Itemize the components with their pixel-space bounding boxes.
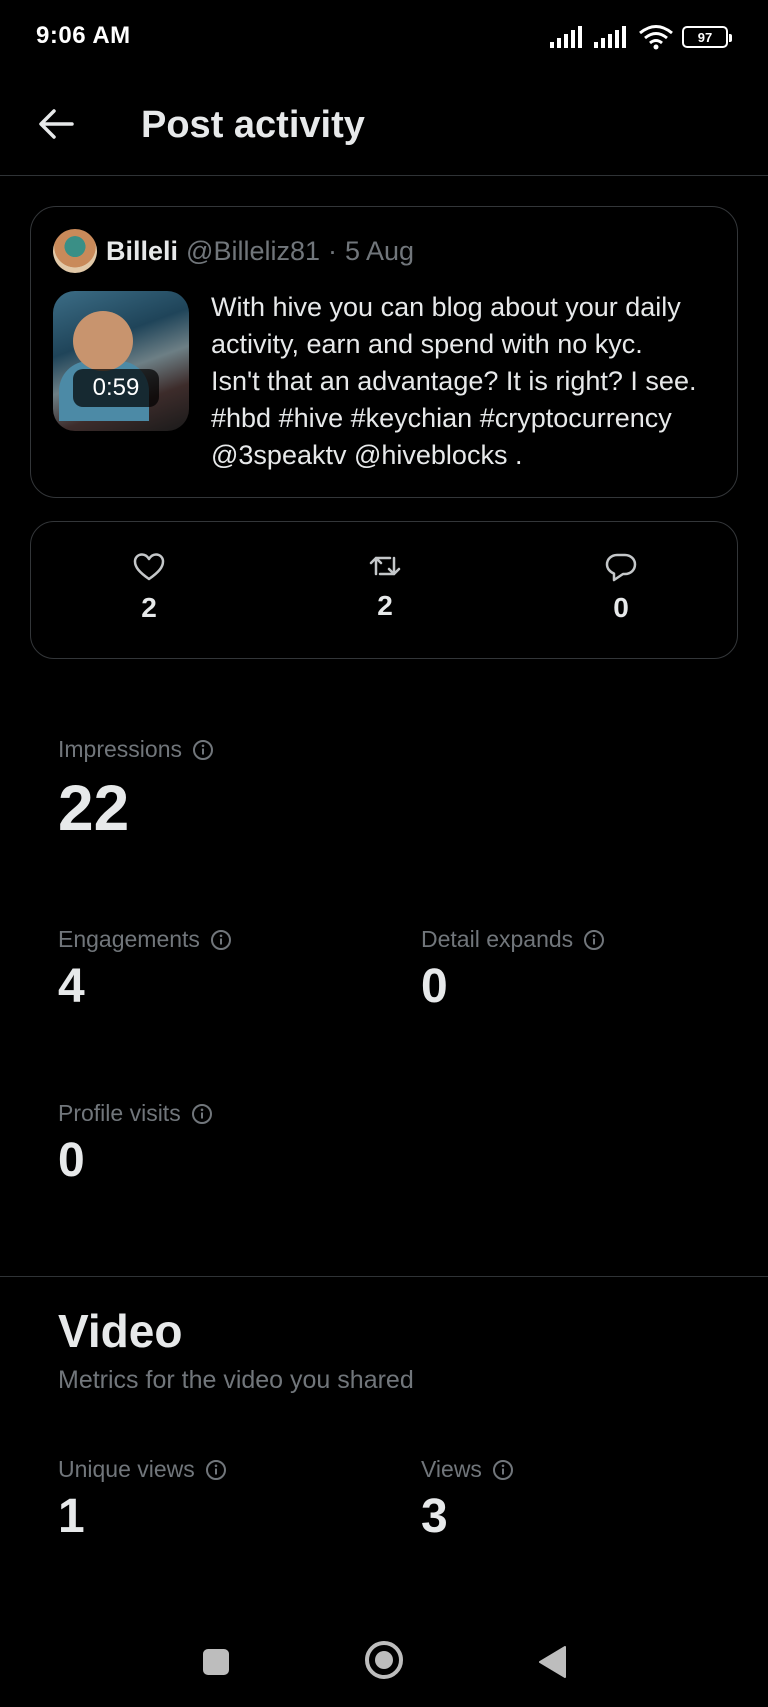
status-time: 9:06 AM bbox=[36, 22, 131, 49]
status-icons: 97 bbox=[550, 24, 732, 50]
detail-expands-label: Detail expands bbox=[421, 926, 574, 952]
info-icon[interactable] bbox=[210, 929, 232, 951]
post-date: 5 Aug bbox=[345, 235, 415, 266]
views-value: 3 bbox=[421, 1490, 448, 1543]
status-bar: 9:06 AM 97 bbox=[0, 0, 768, 76]
post-text: With hive you can blog about your daily … bbox=[211, 289, 721, 474]
thumbnail-face bbox=[73, 311, 133, 371]
post-text-line: activity, earn and spend with no kyc. bbox=[211, 329, 643, 359]
replies-stat: 0 bbox=[561, 552, 681, 624]
replies-count: 0 bbox=[613, 592, 629, 623]
post-text-line: Isn't that an advantage? It is right? I … bbox=[211, 366, 697, 396]
impressions-label: Impressions bbox=[58, 736, 182, 762]
header: Post activity bbox=[0, 76, 768, 176]
video-thumbnail[interactable]: 0:59 bbox=[53, 291, 189, 431]
signal-icon bbox=[550, 26, 582, 48]
unique-views-metric: Unique views 1 bbox=[58, 1456, 227, 1544]
info-icon[interactable] bbox=[192, 739, 214, 761]
profile-visits-label: Profile visits bbox=[58, 1100, 181, 1126]
profile-visits-value: 0 bbox=[58, 1134, 85, 1187]
repost-icon bbox=[369, 556, 401, 576]
info-icon[interactable] bbox=[583, 929, 605, 951]
square-icon bbox=[203, 1649, 229, 1675]
likes-stat: 2 bbox=[89, 552, 209, 624]
profile-visits-metric: Profile visits 0 bbox=[58, 1100, 213, 1188]
post-card[interactable]: Billeli @Billeliz81 · 5 Aug 0:59 With hi… bbox=[30, 206, 738, 498]
author-handle: @Billeliz81 bbox=[186, 235, 320, 266]
battery-icon: 97 bbox=[682, 26, 732, 48]
system-back-button[interactable] bbox=[530, 1640, 574, 1684]
info-icon[interactable] bbox=[205, 1459, 227, 1481]
reply-icon bbox=[605, 553, 637, 582]
engagements-metric: Engagements 4 bbox=[58, 926, 232, 1014]
signal-icon bbox=[594, 26, 626, 48]
engagements-value: 4 bbox=[58, 960, 85, 1013]
detail-expands-value: 0 bbox=[421, 960, 448, 1013]
views-metric: Views 3 bbox=[421, 1456, 514, 1544]
video-section-title: Video bbox=[58, 1305, 183, 1357]
author-name: Billeli bbox=[106, 235, 179, 266]
arrow-left-icon bbox=[39, 109, 74, 139]
divider bbox=[0, 1276, 768, 1277]
engagements-label: Engagements bbox=[58, 926, 200, 952]
system-nav-bar bbox=[0, 1620, 768, 1700]
info-icon[interactable] bbox=[191, 1103, 213, 1125]
avatar[interactable] bbox=[53, 229, 97, 273]
battery-level: 97 bbox=[697, 29, 713, 45]
detail-expands-metric: Detail expands 0 bbox=[421, 926, 605, 1014]
circle-icon bbox=[365, 1641, 403, 1679]
info-icon[interactable] bbox=[492, 1459, 514, 1481]
reposts-count: 2 bbox=[377, 590, 393, 621]
post-text-line: With hive you can blog about your daily bbox=[211, 292, 681, 322]
unique-views-label: Unique views bbox=[58, 1456, 195, 1482]
heart-icon bbox=[133, 553, 165, 581]
post-text-line: #hbd #hive #keychian #cryptocurrency bbox=[211, 403, 672, 433]
back-button[interactable] bbox=[34, 102, 78, 146]
page-title: Post activity bbox=[141, 104, 365, 146]
home-button[interactable] bbox=[360, 1636, 408, 1684]
reposts-stat: 2 bbox=[325, 552, 445, 622]
unique-views-value: 1 bbox=[58, 1490, 85, 1543]
recents-button[interactable] bbox=[196, 1642, 236, 1682]
post-text-line: @3speaktv @hiveblocks . bbox=[211, 440, 523, 470]
separator: · bbox=[328, 235, 337, 266]
video-duration: 0:59 bbox=[73, 369, 159, 407]
wifi-icon bbox=[639, 25, 673, 50]
engagement-card: 2 2 0 bbox=[30, 521, 738, 659]
triangle-back-icon bbox=[539, 1646, 566, 1678]
post-header: Billeli @Billeliz81 · 5 Aug bbox=[53, 229, 414, 273]
impressions-metric: Impressions 22 bbox=[58, 736, 214, 845]
views-label: Views bbox=[421, 1456, 482, 1482]
video-section-subtitle: Metrics for the video you shared bbox=[58, 1366, 414, 1394]
likes-count: 2 bbox=[141, 592, 157, 623]
impressions-value: 22 bbox=[58, 772, 130, 844]
